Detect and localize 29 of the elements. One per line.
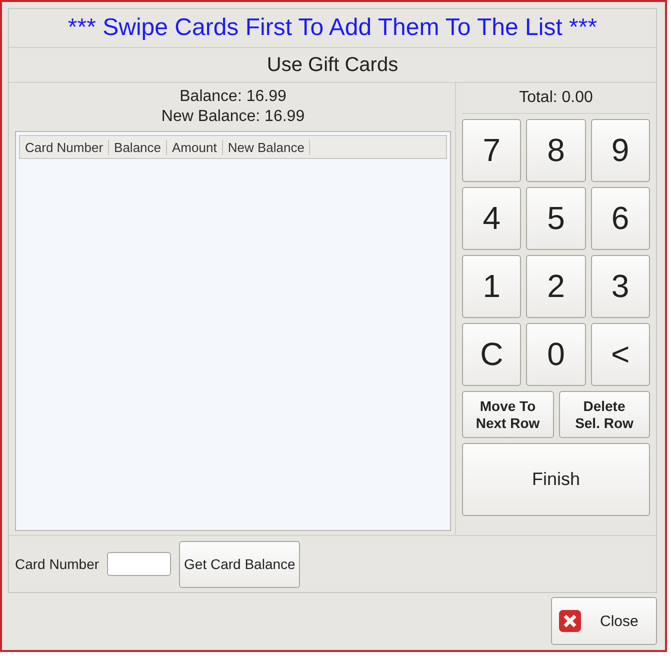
keypad-button[interactable]: 0 bbox=[526, 323, 586, 386]
row-action-button[interactable]: Delete Sel. Row bbox=[558, 391, 650, 438]
keypad-button[interactable]: 5 bbox=[526, 187, 586, 250]
keypad-button[interactable]: 2 bbox=[526, 255, 586, 318]
new-balance-label: New Balance: 16.99 bbox=[160, 107, 306, 127]
keypad-button[interactable]: 9 bbox=[590, 119, 650, 182]
column-header[interactable]: New Balance bbox=[222, 140, 310, 154]
keypad-button[interactable]: < bbox=[590, 323, 650, 386]
keypad-button[interactable]: C bbox=[462, 323, 522, 386]
balance-label: Balance: 16.99 bbox=[178, 87, 288, 107]
column-header[interactable]: Card Number bbox=[20, 140, 110, 154]
keypad-button[interactable]: 4 bbox=[462, 187, 522, 250]
close-icon bbox=[558, 609, 582, 633]
instruction-banner: *** Swipe Cards First To Add Them To The List *** bbox=[9, 9, 656, 48]
keypad-button[interactable]: 1 bbox=[462, 255, 522, 318]
close-button[interactable]: Close bbox=[551, 597, 657, 645]
finish-button[interactable]: Finish bbox=[462, 443, 650, 516]
column-header[interactable]: Balance bbox=[109, 140, 168, 154]
total-label: Total: 0.00 bbox=[462, 87, 650, 114]
keypad-button[interactable]: 8 bbox=[526, 119, 586, 182]
column-header[interactable]: Amount bbox=[167, 140, 223, 154]
dialog-title: Use Gift Cards bbox=[9, 48, 656, 83]
row-action-button[interactable]: Move To Next Row bbox=[462, 391, 554, 438]
card-number-field[interactable] bbox=[107, 552, 172, 576]
get-balance-button[interactable]: Get Card Balance bbox=[179, 540, 300, 588]
keypad-button[interactable]: 6 bbox=[590, 187, 650, 250]
keypad-button[interactable]: 7 bbox=[462, 119, 522, 182]
card-number-label: Card Number bbox=[15, 556, 100, 572]
keypad-button[interactable]: 3 bbox=[590, 255, 650, 318]
